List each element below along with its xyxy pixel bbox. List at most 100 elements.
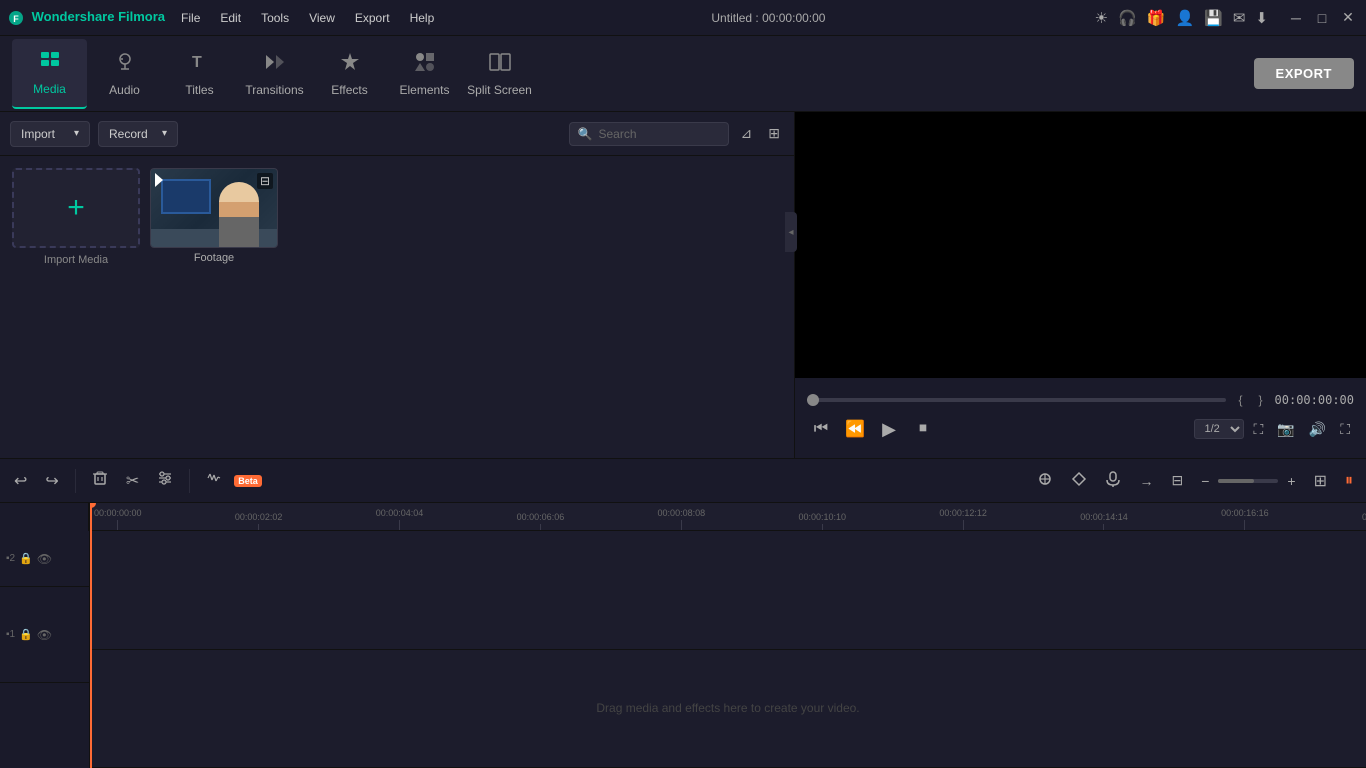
track-v2-eye-icon[interactable]: 👁 [37, 552, 52, 566]
stop-button[interactable]: ⏹ [909, 415, 937, 443]
tool-transitions-label: Transitions [245, 83, 303, 97]
menu-view[interactable]: View [301, 7, 343, 29]
ruler-line-3 [540, 524, 541, 530]
ruler-line-6 [963, 520, 964, 530]
track-v1-eye-icon[interactable]: 👁 [37, 628, 52, 642]
ruler-mark-2: 00:00:04:04 [376, 508, 424, 530]
media-grid: + Import Media ⊟ Footage [0, 156, 794, 458]
menu-file[interactable]: File [173, 7, 208, 29]
import-media-label: Import Media [44, 254, 108, 266]
tool-media[interactable]: Media [12, 39, 87, 109]
sun-icon[interactable]: ☀ [1095, 9, 1108, 27]
account-icon[interactable]: 👤 [1175, 9, 1194, 27]
menu-edit[interactable]: Edit [212, 7, 249, 29]
minimize-button[interactable]: ─ [1286, 8, 1306, 28]
ruler-label-area [0, 503, 89, 531]
menu-tools[interactable]: Tools [253, 7, 297, 29]
toolbar: Media Audio T Titles Transitions [0, 36, 1366, 112]
headphone-icon[interactable]: 🎧 [1118, 9, 1137, 27]
toolbar-separator-1 [75, 469, 76, 493]
tool-transitions[interactable]: Transitions [237, 39, 312, 109]
preview-controls: { } 00:00:00:00 ⏮ ⏪ ▶ ⏹ 1/2 ⛶ 📷 🔊 ⛶ [795, 378, 1366, 458]
mark-out-button[interactable]: } [1255, 393, 1267, 407]
tool-audio[interactable]: Audio [87, 39, 162, 109]
mail-icon[interactable]: ✉ [1233, 9, 1246, 27]
track-v2-lock-icon[interactable]: 🔒 [19, 552, 33, 565]
track-v2-content[interactable] [90, 531, 1366, 650]
zoom-controls: − + [1196, 470, 1300, 492]
tool-titles[interactable]: T Titles [162, 39, 237, 109]
ruler-line-4 [681, 520, 682, 530]
quality-select[interactable]: 1/2 [1194, 419, 1244, 439]
panel-collapse-handle[interactable]: ◂ [785, 212, 797, 252]
tool-elements-label: Elements [399, 83, 449, 97]
ruler-line-1 [258, 524, 259, 530]
scrubber-track[interactable] [807, 398, 1226, 402]
track-v1-content[interactable]: Drag media and effects here to create yo… [90, 650, 1366, 768]
title-bar-right: ☀ 🎧 🎁 👤 💾 ✉ ⬇ ─ □ ✕ [1095, 8, 1358, 28]
preview-screenshot-button[interactable]: 📷 [1273, 419, 1298, 440]
mark-in-button[interactable]: { [1234, 393, 1246, 407]
redo-button[interactable]: ↪ [39, 467, 64, 495]
cut-button[interactable]: ✂ [120, 467, 145, 495]
marker-button[interactable] [1066, 468, 1092, 493]
undo-button[interactable]: ↩ [8, 467, 33, 495]
tool-effects[interactable]: Effects [312, 39, 387, 109]
timeline-tracks: 00:00:00:0000:00:02:0200:00:04:0400:00:0… [90, 503, 1366, 768]
record-chevron-icon: ▾ [162, 128, 167, 139]
search-box[interactable]: 🔍 [569, 122, 729, 146]
zoom-slider[interactable] [1218, 479, 1278, 483]
add-track-button[interactable]: ⊞ [1309, 468, 1332, 494]
preview-fullscreen-button[interactable]: ⛶ [1336, 419, 1354, 440]
tool-split-screen-label: Split Screen [467, 83, 532, 97]
save-icon[interactable]: 💾 [1204, 9, 1223, 27]
maximize-button[interactable]: □ [1312, 8, 1332, 28]
fit-screen-button[interactable]: ⊟ [1166, 469, 1188, 492]
zoom-in-button[interactable]: + [1282, 470, 1300, 492]
search-input[interactable] [598, 127, 719, 141]
close-button[interactable]: ✕ [1338, 8, 1358, 28]
track-v1-lock-icon[interactable]: 🔒 [19, 628, 33, 641]
main-area: Import ▾ Record ▾ 🔍 ⊿ ⊞ + Import Media [0, 112, 1366, 458]
timeline-toolbar: ↩ ↪ ✂ Beta [0, 459, 1366, 503]
preview-fit-button[interactable]: ⛶ [1250, 419, 1268, 440]
ruler-mark-8: 00:00:16:16 [1221, 508, 1269, 530]
import-dropdown[interactable]: Import ▾ [10, 121, 90, 147]
step-back-button[interactable]: ⏪ [841, 415, 869, 443]
rewind-button[interactable]: ⏮ [807, 415, 835, 443]
play-button[interactable]: ▶ [875, 415, 903, 443]
tool-elements[interactable]: Elements [387, 39, 462, 109]
snap-button[interactable] [1032, 468, 1058, 493]
track-motion-button[interactable]: → [1134, 470, 1158, 492]
ruler-label-9: 00:00:18:18 [1362, 512, 1366, 522]
tool-split-screen[interactable]: Split Screen [462, 39, 537, 109]
download-icon[interactable]: ⬇ [1255, 9, 1268, 27]
filter-button[interactable]: ⊿ [737, 123, 757, 144]
import-thumb[interactable]: + [12, 168, 140, 248]
preview-volume-button[interactable]: 🔊 [1305, 419, 1330, 440]
audio-beta-button[interactable] [200, 466, 228, 495]
delete-button[interactable] [86, 466, 114, 495]
import-media-tile[interactable]: + Import Media [12, 168, 140, 266]
tool-effects-label: Effects [331, 83, 367, 97]
adjust-button[interactable] [151, 466, 179, 495]
playhead-button[interactable]: ⏸ [1340, 469, 1358, 493]
scrubber-handle[interactable] [807, 394, 819, 406]
footage-person [219, 182, 259, 247]
zoom-out-button[interactable]: − [1196, 470, 1214, 492]
ruler-label-7: 00:00:14:14 [1080, 512, 1128, 522]
ruler-mark-6: 00:00:12:12 [939, 508, 987, 530]
menu-export[interactable]: Export [347, 7, 398, 29]
gift-icon[interactable]: 🎁 [1147, 9, 1166, 27]
app-logo: F Wondershare Filmora [8, 9, 165, 26]
menu-help[interactable]: Help [402, 7, 443, 29]
grid-view-button[interactable]: ⊞ [764, 123, 784, 144]
export-button[interactable]: EXPORT [1254, 58, 1354, 89]
voiceover-button[interactable] [1100, 468, 1126, 493]
record-dropdown[interactable]: Record ▾ [98, 121, 178, 147]
svg-text:T: T [192, 54, 202, 71]
footage-tile[interactable]: ⊟ Footage [150, 168, 278, 266]
split-screen-icon [489, 51, 511, 79]
effects-icon [339, 51, 361, 79]
import-chevron-icon: ▾ [74, 128, 79, 139]
